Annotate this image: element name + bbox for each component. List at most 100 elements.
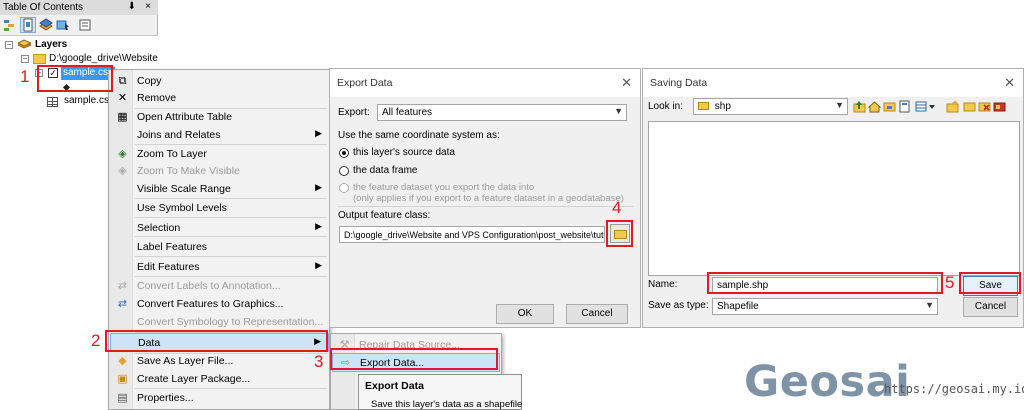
list-by-visibility-icon[interactable] (39, 18, 53, 32)
zoom-layer-icon: ◈ (118, 148, 127, 160)
layers-label[interactable]: Layers (35, 39, 67, 53)
toc-icon[interactable] (898, 100, 911, 113)
file-list[interactable] (648, 121, 1020, 276)
menu-item-label: Selection (137, 222, 181, 234)
output-label: Output feature class: (338, 210, 431, 221)
toc-toolbar (0, 15, 158, 36)
menu-item-remove[interactable]: ✕ Remove (110, 89, 329, 108)
export-data-dialog: Export Data ✕ Export: All features ▼ Use… (329, 68, 641, 328)
menu-item-label: Convert Features to Graphics... (137, 298, 284, 310)
close-icon[interactable]: × (145, 1, 151, 12)
folder-icon (698, 102, 709, 111)
chevron-down-icon: ▼ (925, 300, 934, 310)
cancel-button[interactable]: Cancel (566, 304, 628, 324)
radio-source-data[interactable] (339, 148, 349, 158)
menu-item-label: Open Attribute Table (137, 111, 232, 123)
table-icon: ▦ (117, 111, 128, 123)
radio-frame-label: the data frame (353, 165, 418, 176)
export-select[interactable]: All features ▼ (377, 104, 627, 121)
toc-title: Table Of Contents (3, 2, 84, 13)
menu-separator (135, 236, 327, 237)
save-layer-icon: ◆ (118, 355, 127, 367)
menu-item-label: Remove (137, 92, 177, 104)
pin-icon[interactable]: ⬇ (128, 1, 136, 12)
toc-title-bar: Table Of Contents ⬇ × (0, 0, 158, 15)
submenu-arrow-icon: ▶ (315, 260, 322, 270)
menu-separator (135, 256, 327, 257)
export-label: Export: (338, 107, 370, 118)
new-folder-icon[interactable] (946, 100, 959, 113)
layer-package-icon: ▣ (117, 373, 128, 385)
table-label[interactable]: sample.csv (64, 95, 114, 109)
menu-item-label: Properties... (137, 392, 194, 404)
menu-item-label-features[interactable]: Label Features (110, 238, 329, 257)
menu-item-zoom-to-make-visible: ◈ Zoom To Make Visible (110, 162, 329, 181)
close-icon[interactable]: ✕ (1004, 75, 1015, 91)
connect-folder-icon[interactable] (883, 100, 896, 113)
delete-icon[interactable] (978, 100, 991, 113)
menu-item-label: Zoom To Layer (137, 148, 207, 160)
callout-number-3: 3 (314, 352, 324, 371)
menu-item-properties[interactable]: ▤ Properties... (110, 389, 329, 408)
menu-item-label: Edit Features (137, 261, 200, 273)
convert-features-icon: ⇄ (117, 298, 128, 310)
output-path-field[interactable]: D:\google_drive\Website and VPS Configur… (339, 226, 605, 243)
export-data-tooltip: Export Data Save this layer's data as a … (358, 374, 522, 410)
look-in-label: Look in: (648, 101, 684, 112)
folder-icon[interactable] (963, 100, 976, 113)
menu-item-label: Use Symbol Levels (137, 202, 227, 214)
callout-number-5: 5 (945, 273, 955, 292)
callout-box-5b (959, 272, 1021, 294)
remove-icon: ✕ (117, 92, 128, 104)
dialog-title-bar: Export Data ✕ (330, 69, 640, 97)
menu-item-open-attribute-table[interactable]: ▦ Open Attribute Table (110, 108, 329, 127)
menu-item-label: Copy (137, 75, 162, 87)
callout-number-1: 1 (20, 67, 30, 86)
home-icon[interactable] (868, 100, 881, 113)
menu-separator (135, 217, 327, 218)
copy-icon: ⧉ (118, 75, 127, 87)
collapse-layers-icon[interactable]: − (5, 41, 13, 49)
radio-data-frame[interactable] (339, 166, 349, 176)
chevron-down-icon: ▼ (614, 106, 623, 116)
layers-icon (18, 39, 31, 49)
ok-button[interactable]: OK (496, 304, 554, 324)
callout-box-2 (105, 330, 328, 352)
menu-item-save-as-layer-file[interactable]: ◆ Save As Layer File... (110, 352, 329, 371)
menu-item-label: Convert Labels to Annotation... (137, 280, 281, 292)
callout-number-2: 2 (91, 331, 101, 350)
options-icon[interactable] (78, 18, 92, 32)
menu-item-visible-scale-range[interactable]: Visible Scale Range ▶ (110, 180, 329, 199)
up-folder-icon[interactable] (853, 100, 866, 113)
menu-item-joins-and-relates[interactable]: Joins and Relates ▶ (110, 126, 329, 145)
name-label: Name: (648, 279, 678, 290)
callout-box-4 (606, 220, 633, 247)
look-in-value: shp (714, 101, 731, 112)
close-icon[interactable]: ✕ (621, 75, 632, 91)
menu-item-use-symbol-levels[interactable]: Use Symbol Levels (110, 199, 329, 218)
list-by-selection-icon[interactable] (56, 18, 70, 32)
geodatabase-icon[interactable] (993, 100, 1006, 113)
map-view[interactable] (159, 0, 329, 69)
look-in-select[interactable]: shp ▼ (693, 98, 848, 115)
list-by-drawing-order-icon[interactable] (3, 18, 17, 32)
convert-labels-icon: ⇄ (117, 280, 128, 292)
save-as-type-select[interactable]: Shapefile ▼ (712, 298, 938, 315)
menu-item-label: Joins and Relates (137, 129, 221, 141)
zoom-visible-icon: ◈ (118, 165, 127, 177)
radio-source-label: this layer's source data (353, 147, 455, 158)
menu-item-convert-features[interactable]: ⇄ Convert Features to Graphics... (110, 295, 329, 314)
list-by-source-icon[interactable] (20, 17, 36, 33)
view-options-icon[interactable] (915, 100, 937, 113)
menu-item-label: Convert Symbology to Representation... (137, 316, 324, 328)
menu-item-label: Save As Layer File... (137, 355, 234, 367)
collapse-folder-icon[interactable]: − (21, 55, 29, 63)
submenu-arrow-icon: ▶ (315, 182, 322, 192)
menu-item-create-layer-package[interactable]: ▣ Create Layer Package... (110, 370, 329, 389)
menu-item-label: Visible Scale Range (137, 183, 231, 195)
cancel-button[interactable]: Cancel (963, 297, 1018, 317)
menu-item-label: Zoom To Make Visible (137, 165, 240, 177)
radio-dataset-note: (only applies if you export to a feature… (353, 193, 624, 204)
menu-item-edit-features[interactable]: Edit Features ▶ (110, 258, 329, 277)
menu-item-convert-labels: ⇄ Convert Labels to Annotation... (110, 277, 329, 296)
